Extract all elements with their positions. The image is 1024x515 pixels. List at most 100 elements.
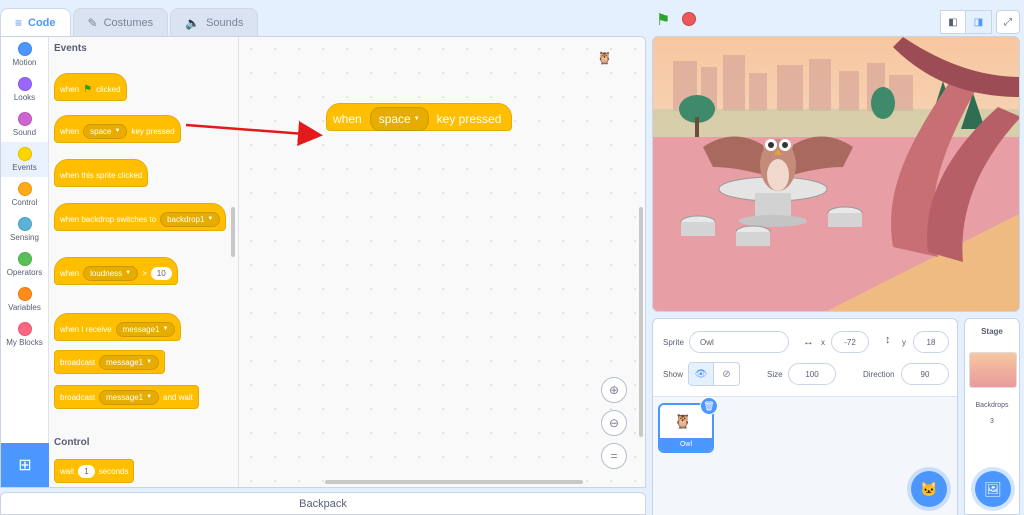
message-dropdown[interactable]: message1 ▼ [99,354,160,370]
sprite-info-pane: Sprite Owl ↔ x -72 ↕ y 18 Show 👁 ⊘ Size … [652,318,958,515]
category-operators[interactable]: Operators [1,247,48,282]
brush-icon: ✎ [87,15,98,30]
backpack-bar[interactable]: Backpack [0,492,646,515]
trash-icon: 🗑 [703,400,715,411]
show-visible-button[interactable]: 👁 [688,362,714,386]
message-dropdown[interactable]: message1 ▼ [99,389,160,405]
block-when-loudness[interactable]: when loudness ▼ > 10 [54,257,178,285]
choose-sprite-button[interactable]: 🐱 [911,471,947,507]
category-variables[interactable]: Variables [1,282,48,317]
block-text: clicked [96,84,121,94]
chevron-down-icon: ▼ [146,359,153,365]
category-sound[interactable]: Sound [1,107,48,142]
category-motion[interactable]: Motion [1,37,48,72]
delete-sprite-button[interactable]: 🗑 [700,397,718,415]
image-plus-icon: 🖼 [984,480,1002,497]
direction-input[interactable]: 90 [901,363,949,385]
code-editor: Motion Looks Sound Events Control Sensin… [0,36,646,488]
palette-scrollbar[interactable] [231,207,235,257]
block-when-flag-clicked[interactable]: when ⚑ clicked [54,73,127,101]
tab-costumes-label: Costumes [103,16,154,29]
owl-icon: 🦉 [674,413,692,429]
number-input[interactable]: 10 [150,266,172,280]
stage-header: ⚑ ◧ ◨ ⤢ [652,8,1024,36]
block-broadcast[interactable]: broadcast message1 ▼ [54,350,166,374]
category-my-blocks[interactable]: My Blocks [1,317,48,352]
zoom-in-icon: ⊕ [608,383,620,397]
block-text: when [333,112,362,126]
chevron-down-icon: ▼ [162,326,169,332]
events-section-title: Events [54,43,87,54]
block-text: when backdrop switches to [60,214,157,224]
stage-canvas[interactable] [652,36,1020,312]
block-when-sprite-clicked[interactable]: when this sprite clicked [54,159,149,187]
sprite-info: Sprite Owl ↔ x -72 ↕ y 18 Show 👁 ⊘ Size … [653,319,957,397]
small-stage-icon: ◧ [948,16,958,28]
workspace-block-when-key-pressed[interactable]: when space ▼ key pressed [326,103,513,131]
choose-backdrop-button[interactable]: 🖼 [975,471,1011,507]
tab-code[interactable]: ≡ Code [0,8,71,36]
dropdown-value: backdrop1 [167,214,205,224]
number-input[interactable]: 1 [78,464,95,478]
chevron-down-icon: ▼ [146,394,153,400]
category-looks[interactable]: Looks [1,72,48,107]
chevron-down-icon: ▼ [413,116,420,122]
backdrops-count: 3 [990,418,994,425]
block-when-backdrop-switches[interactable]: when backdrop switches to backdrop1 ▼ [54,203,227,231]
stage-target-pane[interactable]: Stage Backdrops 3 🖼 [964,318,1020,515]
category-control[interactable]: Control [1,177,48,212]
zoom-out-icon: ⊖ [608,416,620,430]
zoom-reset-button[interactable]: = [601,443,627,469]
horizontal-arrows-icon: ↔ [803,336,814,348]
category-sensing[interactable]: Sensing [1,212,48,247]
block-text: broadcast [60,357,96,367]
code-icon: ≡ [15,15,23,30]
block-text: when [60,126,80,136]
green-flag-icon: ⚑ [656,12,671,29]
block-text: > [142,268,147,278]
loudness-dropdown[interactable]: loudness ▼ [83,265,139,281]
stage-thumbnail[interactable] [969,352,1017,388]
tab-sounds[interactable]: 🔈 Sounds [170,8,259,36]
small-stage-button[interactable]: ◧ [940,10,966,34]
control-dot-icon [17,182,32,196]
large-stage-icon: ◨ [973,16,984,28]
size-input[interactable]: 100 [788,363,836,385]
block-text: when this sprite clicked [60,170,143,180]
large-stage-button[interactable]: ◨ [966,10,992,34]
workspace-v-scrollbar[interactable] [639,207,643,437]
tab-code-label: Code [28,16,56,29]
zoom-in-button[interactable]: ⊕ [601,377,627,403]
block-wait-seconds[interactable]: wait 1 seconds [54,459,135,483]
block-broadcast-and-wait[interactable]: broadcast message1 ▼ and wait [54,385,199,409]
sensing-dot-icon [17,217,32,231]
block-when-key-pressed[interactable]: when space ▼ key pressed [54,115,181,143]
key-dropdown[interactable]: space ▼ [83,123,128,139]
green-flag-button[interactable]: ⚑ [656,10,670,30]
block-text: wait [60,466,75,476]
category-label: Control [11,198,38,207]
extension-icon: ⊞ [18,457,32,474]
x-input[interactable]: -72 [831,331,869,353]
y-input[interactable]: 18 [913,331,949,353]
add-extension-button[interactable]: ⊞ [1,443,49,487]
block-when-i-receive[interactable]: when I receive message1 ▼ [54,313,182,341]
stage-title: Stage [981,327,1003,336]
stop-button[interactable] [682,12,696,26]
show-hidden-button[interactable]: ⊘ [714,362,740,386]
sprite-name-input[interactable]: Owl [689,331,789,353]
block-text: when [60,84,80,94]
backdrops-label: Backdrops [975,402,1009,409]
message-dropdown[interactable]: message1 ▼ [115,321,176,337]
show-label: Show [663,370,684,379]
workspace-key-dropdown[interactable]: space ▼ [369,107,429,131]
workspace-h-scrollbar[interactable] [325,480,583,484]
script-workspace[interactable]: 🦉 when space ▼ key pressed ⊕ ⊖ = [239,37,645,487]
sound-dot-icon [17,112,32,126]
speaker-icon: 🔈 [185,15,201,30]
tab-costumes[interactable]: ✎ Costumes [72,8,169,36]
zoom-out-button[interactable]: ⊖ [601,410,627,436]
fullscreen-button[interactable]: ⤢ [996,10,1020,34]
backdrop-dropdown[interactable]: backdrop1 ▼ [160,211,221,227]
category-events[interactable]: Events [1,142,48,177]
